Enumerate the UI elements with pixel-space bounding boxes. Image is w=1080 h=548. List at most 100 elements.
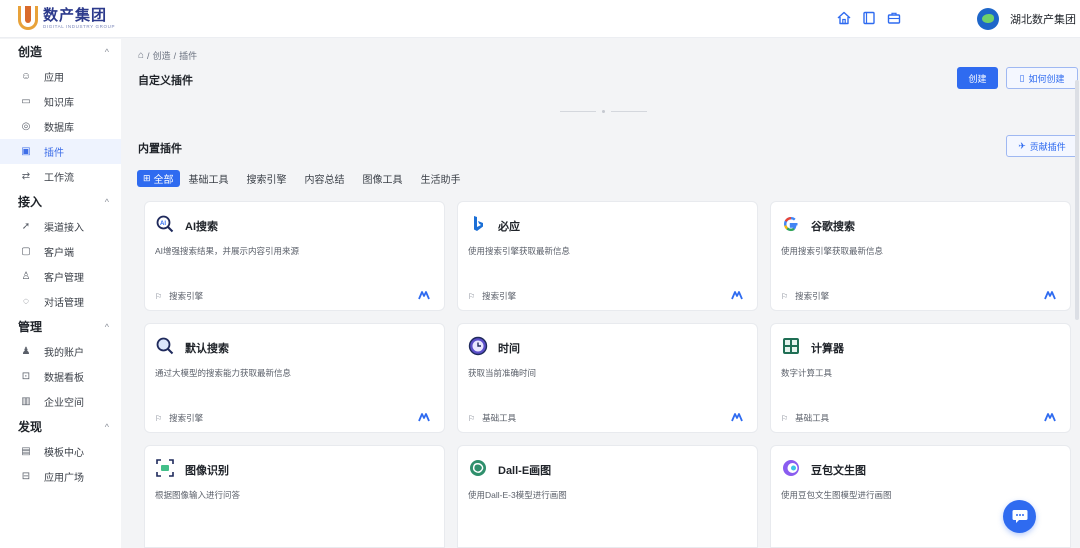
sidebar-item-app-square[interactable]: ⊟ 应用广场 [0, 464, 121, 489]
tag-icon: ⚐ [155, 413, 163, 423]
sidebar-item-label: 数据库 [44, 123, 74, 134]
rocket-icon: ➚ [21, 221, 31, 232]
tab-life-assistant[interactable]: 生活助手 [412, 170, 470, 187]
plugin-description: 数字计算工具 [781, 368, 833, 378]
tab-all[interactable]: ⊞ 全部 [137, 170, 180, 187]
plugin-tag: ⚐ 基础工具 [468, 413, 517, 423]
google-icon [781, 214, 801, 234]
tab-image-tools[interactable]: 图像工具 [354, 170, 412, 187]
plugin-card-dalle[interactable]: Dall-E画图 使用Dall-E-3模型进行画图 [457, 445, 758, 548]
image-scan-icon [155, 458, 175, 478]
sidebar-item-client[interactable]: ▢ 客户端 [0, 239, 121, 264]
sidebar-item-knowledge[interactable]: ▭ 知识库 [0, 89, 121, 114]
chevron-up-icon: ^ [104, 196, 109, 207]
users-icon: ♙ [21, 271, 31, 282]
plugin-card-google[interactable]: 谷歌搜索 使用搜索引擎获取最新信息 ⚐ 搜索引擎 [770, 201, 1071, 311]
custom-plugins-title: 自定义插件 [138, 75, 193, 87]
plugin-title: 图像识别 [185, 465, 229, 477]
plugin-description: 根据图像输入进行问答 [155, 490, 241, 500]
sidebar-item-label: 应用 [44, 73, 64, 84]
plugin-card-ai-search[interactable]: AI AI搜索 AI增强搜索结果，并展示内容引用来源 ⚐ 搜索引擎 [144, 201, 445, 311]
sidebar-item-database[interactable]: ◎ 数据库 [0, 114, 121, 139]
plugin-card-bing[interactable]: 必应 使用搜索引擎获取最新信息 ⚐ 搜索引擎 [457, 201, 758, 311]
book-icon: ▭ [21, 96, 31, 107]
how-to-create-button[interactable]: ▯ 如何创建 [1006, 67, 1078, 89]
breadcrumb-separator: / [147, 50, 150, 61]
plugin-description: 获取当前准确时间 [468, 368, 537, 378]
tag-icon: ⚐ [468, 291, 476, 301]
brand-mark-icon [1044, 291, 1056, 300]
sidebar-item-label: 知识库 [44, 98, 74, 109]
plugin-title: AI搜索 [185, 221, 218, 233]
plugin-card-time[interactable]: 时间 获取当前准确时间 ⚐ 基础工具 [457, 323, 758, 433]
plugin-card-calculator[interactable]: 计算器 数字计算工具 ⚐ 基础工具 [770, 323, 1071, 433]
plugin-tag: ⚐ 搜索引擎 [781, 291, 830, 301]
brand-mark-icon [418, 413, 430, 422]
sidebar-group-manage[interactable]: 管理 ^ [0, 314, 121, 339]
sidebar-item-label: 渠道接入 [44, 223, 84, 234]
breadcrumb-item[interactable]: 创造 [153, 49, 171, 62]
chevron-up-icon: ^ [104, 46, 109, 57]
logo-mark-icon [18, 6, 38, 30]
logo[interactable]: 数产集团 DIGITAL INDUSTRY GROUP [18, 6, 115, 30]
plugin-card-doubao[interactable]: 豆包文生图 使用豆包文生图模型进行画图 [770, 445, 1071, 548]
user-menu[interactable]: 湖北数产集团 [977, 8, 1076, 30]
brand-mark-icon [731, 291, 743, 300]
magnifier-icon [155, 336, 175, 356]
svg-text:AI: AI [160, 221, 166, 227]
sidebar-item-plugins[interactable]: ▣ 插件 [0, 139, 121, 164]
plugin-icon: ▣ [21, 146, 31, 157]
home-icon[interactable]: ⌂ [138, 50, 144, 61]
plugin-tag: ⚐ 基础工具 [781, 413, 830, 423]
tag-icon: ⚐ [781, 413, 789, 423]
scrollbar-thumb[interactable] [1075, 80, 1079, 320]
main-content: ⌂ / 创造 / 插件 自定义插件 创建 ▯ 如何创建 内置插件 ✈ 贡献插件 … [121, 39, 1080, 548]
home-icon[interactable] [836, 10, 852, 26]
sidebar: 创造 ^ ☺ 应用 ▭ 知识库 ◎ 数据库 ▣ 插件 ⇄ 工作流 接入 ^ ➚ 渠道接入 ▢… [0, 39, 121, 548]
plugin-card-default-search[interactable]: 默认搜索 通过大模型的搜索能力获取最新信息 ⚐ 搜索引擎 [144, 323, 445, 433]
sidebar-item-label: 数据看板 [44, 373, 84, 384]
sidebar-item-templates[interactable]: ▤ 模板中心 [0, 439, 121, 464]
header-icons [836, 10, 902, 26]
user-name: 湖北数产集团 [1010, 14, 1076, 26]
plugin-title: 计算器 [811, 343, 844, 355]
sidebar-item-customers[interactable]: ♙ 客户管理 [0, 264, 121, 289]
create-button[interactable]: 创建 [957, 67, 998, 89]
tab-summary[interactable]: 内容总结 [296, 170, 354, 187]
tab-basic-tools[interactable]: 基础工具 [180, 170, 238, 187]
book-icon[interactable] [861, 10, 877, 26]
brand-mark-icon [731, 413, 743, 422]
sidebar-group-title: 发现 [18, 420, 43, 434]
briefcase-icon[interactable] [886, 10, 902, 26]
tag-icon: ⚐ [781, 291, 789, 301]
sidebar-item-channels[interactable]: ➚ 渠道接入 [0, 214, 121, 239]
contribute-plugin-button[interactable]: ✈ 贡献插件 [1006, 135, 1078, 157]
breadcrumb-item: 插件 [179, 51, 198, 61]
empty-placeholder [560, 110, 647, 113]
sidebar-group-discover[interactable]: 发现 ^ [0, 414, 121, 439]
workflow-icon: ⇄ [21, 171, 31, 182]
template-icon: ▤ [21, 446, 31, 457]
sidebar-group-create[interactable]: 创造 ^ [0, 39, 121, 64]
sidebar-item-label: 应用广场 [44, 473, 84, 484]
sidebar-item-workflow[interactable]: ⇄ 工作流 [0, 164, 121, 189]
sidebar-item-apps[interactable]: ☺ 应用 [0, 64, 121, 89]
plugin-title: 必应 [498, 221, 520, 233]
sidebar-item-conversations[interactable]: ◌ 对话管理 [0, 289, 121, 314]
contribute-label: 贡献插件 [1029, 141, 1066, 152]
sidebar-item-workspace[interactable]: ▥ 企业空间 [0, 389, 121, 414]
sidebar-item-label: 客户端 [44, 248, 74, 259]
tab-search-engine[interactable]: 搜索引擎 [238, 170, 296, 187]
tag-icon: ⚐ [468, 413, 476, 423]
sidebar-item-account[interactable]: ♟ 我的账户 [0, 339, 121, 364]
plugin-card-image-recognition[interactable]: 图像识别 根据图像输入进行问答 [144, 445, 445, 548]
plugin-tag: ⚐ 搜索引擎 [155, 291, 204, 301]
bing-icon [468, 214, 488, 234]
plugin-description: 通过大模型的搜索能力获取最新信息 [155, 368, 292, 378]
brand-mark-icon [1044, 413, 1056, 422]
rocket-icon: ✈ [1018, 140, 1026, 151]
sidebar-item-dashboard[interactable]: ⊡ 数据看板 [0, 364, 121, 389]
sidebar-group-access[interactable]: 接入 ^ [0, 189, 121, 214]
user-icon: ♟ [21, 346, 31, 357]
chat-support-button[interactable] [1003, 500, 1036, 533]
